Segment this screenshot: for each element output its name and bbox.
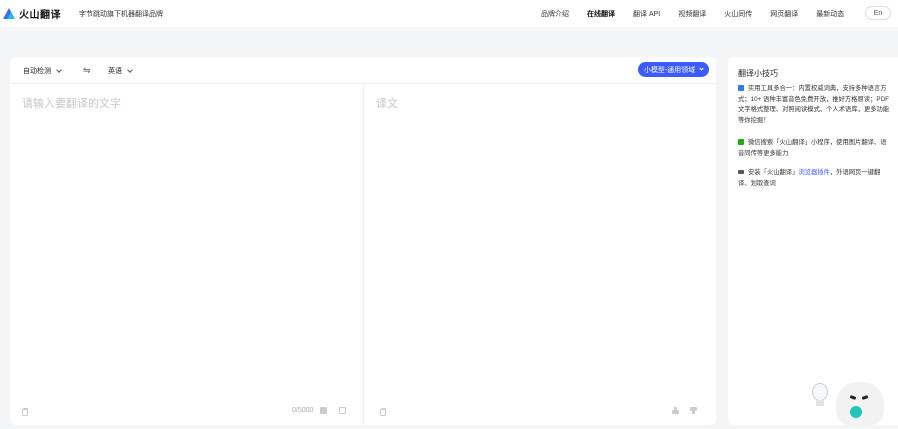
copy-source-icon[interactable] (22, 407, 29, 416)
tip-item: 微信搜索「火山翻译」小程序，使用图片翻译、语音同传等更多能力 (738, 138, 892, 159)
document-icon (738, 84, 744, 91)
model-label: 小模型-通用领域 (643, 66, 696, 74)
tip-text: 实用工具多合一：内置权威词典，支持多种语言方式；10+ 语种丰富音色免费开放，推… (738, 85, 890, 124)
tip-item: 安装「火山翻译」浏览器插件，外语网页一键翻译、划取查词 (738, 168, 892, 189)
nav-item-web[interactable]: 网页翻译 (770, 9, 798, 19)
model-select-button[interactable]: 小模型-通用领域 (638, 62, 709, 77)
robot-icon (836, 382, 884, 426)
tips-title: 翻译小技巧 (738, 69, 778, 78)
nav-item-brand[interactable]: 品牌介绍 (541, 9, 569, 19)
panel-divider (363, 84, 364, 425)
translation-output: 译文 (376, 98, 398, 110)
source-text-input[interactable] (22, 95, 352, 395)
target-language-select[interactable]: 英语 (108, 66, 133, 76)
chevron-down-icon (127, 67, 133, 73)
slogan: 字节跳动旗下机器翻译品牌 (79, 10, 163, 18)
nav-item-api[interactable]: 翻译 API (633, 9, 660, 19)
thumbs-up-icon[interactable] (672, 407, 679, 414)
swap-languages-icon[interactable]: ⇋ (83, 65, 91, 76)
thumbs-down-icon[interactable] (690, 407, 697, 414)
main-nav: 品牌介绍 在线翻译 翻译 API 视频翻译 火山同传 网页翻译 最新动态 (541, 0, 862, 27)
mascot-illustration (806, 378, 898, 429)
nav-item-video[interactable]: 视频翻译 (678, 9, 706, 19)
nav-item-news[interactable]: 最新动态 (816, 9, 844, 19)
source-language-select[interactable]: 自动检测 (23, 66, 62, 76)
chevron-down-icon (56, 67, 62, 73)
nav-item-online-translate[interactable]: 在线翻译 (587, 9, 615, 19)
tips-panel: 翻译小技巧 实用工具多合一：内置权威词典，支持多种语言方式；10+ 语种丰富音色… (728, 57, 898, 425)
plugin-icon (738, 170, 744, 174)
tip-text: 微信搜索「火山翻译」小程序，使用图片翻译、语音同传等更多能力 (738, 139, 887, 157)
source-language-label: 自动检测 (23, 68, 51, 75)
nav-item-interpretation[interactable]: 火山同传 (724, 9, 752, 19)
image-translate-icon[interactable] (320, 407, 327, 414)
logo[interactable]: 火山翻译 (3, 6, 61, 21)
translation-panel: 自动检测 ⇋ 英语 小模型-通用领域 译文 0/5000 (10, 57, 716, 425)
wechat-icon (738, 138, 744, 145)
language-switch-button[interactable]: En (865, 6, 891, 20)
tip-text: 安装「火山翻译」 (748, 169, 799, 176)
char-count: 0/5000 (292, 407, 314, 414)
lightbulb-icon (812, 383, 828, 401)
chevron-down-icon (699, 66, 704, 71)
logo-text: 火山翻译 (19, 10, 61, 21)
tip-item: 实用工具多合一：内置权威词典，支持多种语言方式；10+ 语种丰富音色免费开放，推… (738, 84, 892, 126)
logo-icon (3, 8, 16, 19)
keyboard-icon[interactable] (339, 407, 346, 414)
language-toolbar: 自动检测 ⇋ 英语 小模型-通用领域 (10, 57, 716, 84)
browser-plugin-link[interactable]: 浏览器插件 (798, 169, 829, 176)
copy-translation-icon[interactable] (380, 407, 387, 416)
top-bar: 火山翻译 字节跳动旗下机器翻译品牌 品牌介绍 在线翻译 翻译 API 视频翻译 … (0, 0, 898, 27)
target-language-label: 英语 (108, 68, 122, 75)
